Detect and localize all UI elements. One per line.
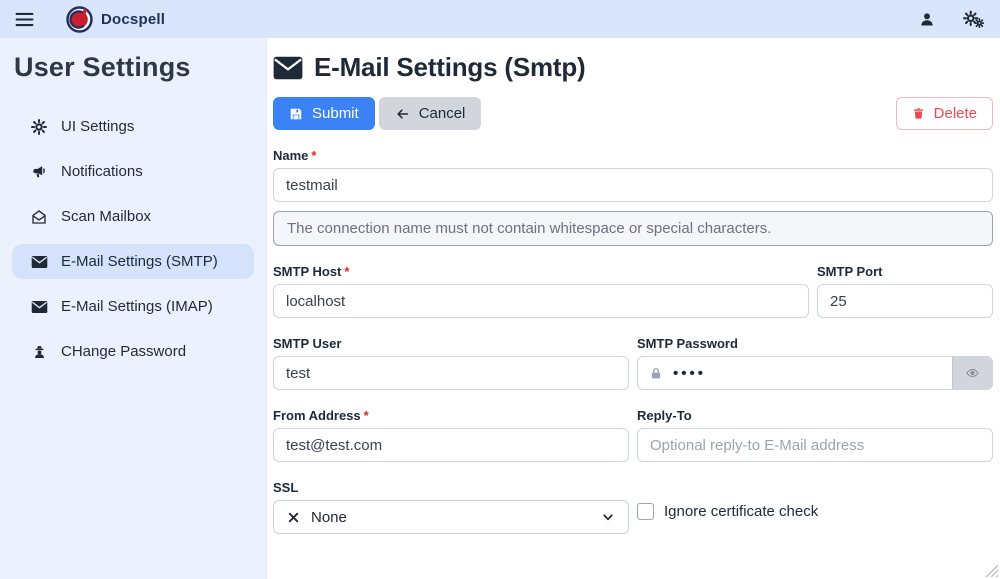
sidebar-item-label: CHange Password [61,343,186,360]
smtp-password-field [637,356,993,390]
resize-grip[interactable] [985,564,998,577]
host-port-row: SMTP Host* SMTP Port [273,264,993,318]
smtp-port-label: SMTP Port [817,264,993,279]
smtp-host-input[interactable] [273,284,809,318]
name-help-note: The connection name must not contain whi… [273,211,993,246]
sidebar-title: User Settings [0,52,266,83]
sidebar-item-label: E-Mail Settings (SMTP) [61,253,218,270]
submit-button-label: Submit [312,105,359,122]
smtp-password-input[interactable] [667,365,952,382]
toggle-password-visibility-button[interactable] [952,357,992,389]
main-panel: E-Mail Settings (Smtp) Submit Cancel [267,38,1000,579]
sidebar-item-change-password[interactable]: CHange Password [12,334,254,369]
sidebar-list: UI Settings Notifications Scan Mailbox [0,109,266,369]
from-address-label: From Address* [273,408,629,423]
from-address-input[interactable] [273,428,629,462]
from-replyto-row: From Address* Reply-To [273,408,993,462]
sidebar-item-label: E-Mail Settings (IMAP) [61,298,213,315]
envelope-icon [273,56,303,80]
envelope-icon [30,300,48,314]
required-marker: * [364,408,369,423]
brand-home-link[interactable]: Docspell [66,6,165,33]
lock-icon [638,366,667,381]
delete-button-label: Delete [934,105,977,122]
ignore-cert-row: Ignore certificate check [637,503,993,520]
cancel-button[interactable]: Cancel [379,97,482,130]
delete-button[interactable]: Delete [896,97,993,130]
smtp-user-label: SMTP User [273,336,629,351]
content-shell: User Settings UI Settings Notifications [0,38,1000,579]
required-marker: * [311,148,316,163]
sidebar-item-email-settings-smtp[interactable]: E-Mail Settings (SMTP) [12,244,254,279]
toolbar: Submit Cancel Delete [273,97,993,130]
brand-name: Docspell [101,11,165,28]
page-title: E-Mail Settings (Smtp) [314,52,586,83]
sidebar-item-notifications[interactable]: Notifications [12,154,254,189]
ssl-select[interactable]: None [273,500,629,534]
reply-to-input[interactable] [637,428,993,462]
arrow-left-icon [395,107,410,121]
ignore-certificate-checkbox[interactable] [637,503,654,520]
sidebar-item-scan-mailbox[interactable]: Scan Mailbox [12,199,254,234]
smtp-port-input[interactable] [817,284,993,318]
smtp-host-label: SMTP Host* [273,264,809,279]
submit-button[interactable]: Submit [273,97,375,130]
user-secret-icon [30,344,48,360]
ssl-label: SSL [273,480,629,495]
save-icon [289,107,303,121]
menu-icon[interactable] [10,5,38,33]
cogs-icon[interactable] [963,10,984,28]
user-icon[interactable] [919,11,935,28]
ignore-certificate-label[interactable]: Ignore certificate check [664,503,818,520]
sidebar-item-label: UI Settings [61,118,134,135]
envelope-open-icon [30,209,48,225]
page-header: E-Mail Settings (Smtp) [273,52,993,83]
ssl-row: SSL None [273,480,993,534]
gear-icon [30,119,48,135]
ssl-selected-value: None [311,509,347,526]
clear-selection-x-icon[interactable] [287,511,300,524]
sidebar-item-ui-settings[interactable]: UI Settings [12,109,254,144]
smtp-user-input[interactable] [273,356,629,390]
trash-icon [912,106,925,121]
reply-to-label: Reply-To [637,408,993,423]
smtp-password-label: SMTP Password [637,336,993,351]
user-password-row: SMTP User SMTP Password [273,336,993,390]
sidebar-item-email-settings-imap[interactable]: E-Mail Settings (IMAP) [12,289,254,324]
sidebar-item-label: Notifications [61,163,143,180]
name-input[interactable] [273,168,993,202]
docspell-logo [66,6,93,33]
required-marker: * [344,264,349,279]
app-window: Docspell User Settings [0,0,1000,579]
bullhorn-icon [30,164,48,180]
name-label: Name* [273,148,993,163]
sidebar: User Settings UI Settings Notifications [0,38,267,579]
eye-icon [964,366,981,380]
sidebar-item-label: Scan Mailbox [61,208,151,225]
topbar-actions [919,10,984,28]
chevron-down-icon [601,510,615,524]
topbar: Docspell [0,0,1000,38]
cancel-button-label: Cancel [419,105,466,122]
smtp-settings-form: Name* The connection name must not conta… [273,148,993,534]
envelope-icon [30,255,48,269]
